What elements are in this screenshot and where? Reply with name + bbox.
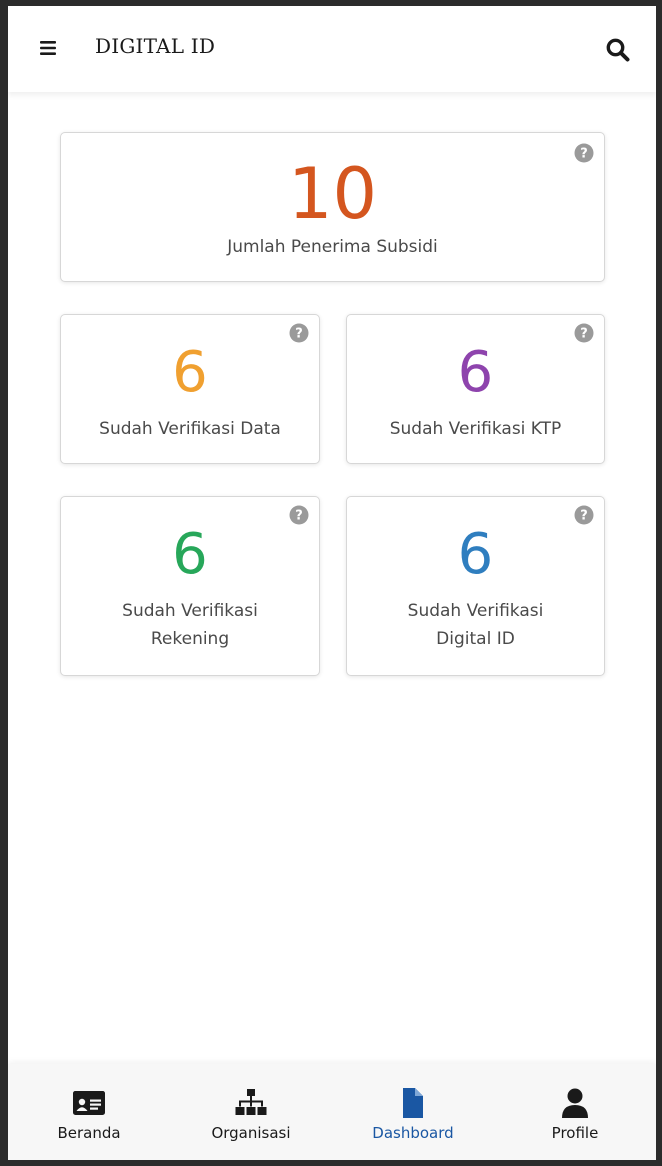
stat-value: 6 xyxy=(457,522,494,587)
nav-item-profile[interactable]: Profile xyxy=(494,1064,656,1160)
stat-label-line1: Sudah Verifikasi xyxy=(122,601,258,621)
stat-value: 6 xyxy=(172,522,208,587)
stat-value: 6 xyxy=(457,340,494,405)
id-card-icon xyxy=(72,1088,106,1118)
nav-label: Beranda xyxy=(57,1124,121,1142)
nav-item-organisasi[interactable]: Organisasi xyxy=(170,1064,332,1160)
stat-value: 10 xyxy=(287,153,378,235)
stat-label: Jumlah Penerima Subsidi xyxy=(227,237,438,257)
stat-value: 6 xyxy=(172,340,208,405)
app-title: DIGITAL ID xyxy=(95,34,216,58)
stat-card-verified-data[interactable]: ? 6 Sudah Verifikasi Data xyxy=(60,314,320,464)
nav-label: Dashboard xyxy=(372,1124,454,1142)
stat-card-verified-ktp[interactable]: ? 6 Sudah Verifikasi KTP xyxy=(346,314,605,464)
question-circle-icon[interactable]: ? xyxy=(289,505,309,525)
stat-card-verified-digital-id[interactable]: ? 6 Sudah Verifikasi Digital ID xyxy=(346,496,605,676)
nav-item-dashboard[interactable]: Dashboard xyxy=(332,1064,494,1160)
hamburger-menu-icon[interactable] xyxy=(36,36,60,60)
user-icon xyxy=(558,1088,592,1118)
stat-label-line1: Sudah Verifikasi xyxy=(407,601,544,621)
nav-label: Organisasi xyxy=(211,1124,291,1142)
stat-label: Sudah Verifikasi Data xyxy=(99,419,281,439)
svg-text:?: ? xyxy=(295,327,303,342)
svg-text:?: ? xyxy=(580,327,588,342)
stat-label-line2: Rekening xyxy=(150,629,230,649)
svg-text:?: ? xyxy=(580,509,588,524)
stat-label: Sudah Verifikasi KTP xyxy=(389,419,562,439)
org-chart-icon xyxy=(234,1088,268,1118)
stat-card-total-recipients[interactable]: ? 10 Jumlah Penerima Subsidi xyxy=(60,132,605,282)
stat-label-line2: Digital ID xyxy=(436,629,515,649)
search-icon[interactable] xyxy=(605,37,631,63)
nav-item-beranda[interactable]: Beranda xyxy=(8,1064,170,1160)
svg-text:?: ? xyxy=(295,509,303,524)
question-circle-icon[interactable]: ? xyxy=(289,323,309,343)
stat-card-verified-rekening[interactable]: ? 6 Sudah Verifikasi Rekening xyxy=(60,496,320,676)
nav-label: Profile xyxy=(551,1124,599,1142)
app-header: DIGITAL ID xyxy=(8,6,656,92)
bottom-navigation: Beranda Organisasi Dashboard Profile xyxy=(8,1064,656,1160)
question-circle-icon[interactable]: ? xyxy=(574,505,594,525)
question-circle-icon[interactable]: ? xyxy=(574,323,594,343)
app-screen: DIGITAL ID ? 10 Jumlah Penerima Subsidi xyxy=(8,6,656,1160)
document-icon xyxy=(396,1088,430,1118)
